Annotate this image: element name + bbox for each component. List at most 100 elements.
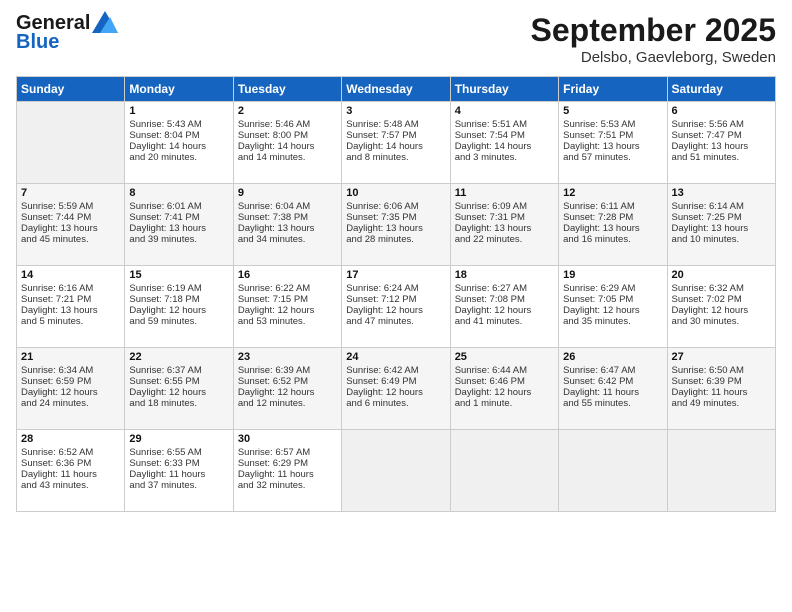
cell-text: Daylight: 11 hours xyxy=(129,469,228,480)
cell-text: Daylight: 11 hours xyxy=(21,469,120,480)
calendar-cell: 5 Sunrise: 5:53 AMSunset: 7:51 PMDaylight… xyxy=(559,102,667,184)
cell-text: and 24 minutes. xyxy=(21,398,120,409)
cell-text: Sunrise: 6:50 AM xyxy=(672,365,771,376)
cell-text: Sunset: 6:29 PM xyxy=(238,458,337,469)
cell-text: Sunrise: 6:24 AM xyxy=(346,283,445,294)
cell-text: Sunrise: 5:51 AM xyxy=(455,119,554,130)
cell-text: and 22 minutes. xyxy=(455,234,554,245)
cell-text: Daylight: 12 hours xyxy=(21,387,120,398)
cell-text: Sunrise: 6:44 AM xyxy=(455,365,554,376)
calendar-cell: 25Sunrise: 6:44 AMSunset: 6:46 PMDayligh… xyxy=(450,348,558,430)
cell-text: Sunrise: 6:04 AM xyxy=(238,201,337,212)
cell-text: Sunrise: 6:19 AM xyxy=(129,283,228,294)
cell-text: Sunset: 7:31 PM xyxy=(455,212,554,223)
cell-text: Daylight: 14 hours xyxy=(238,141,337,152)
cell-text: Daylight: 11 hours xyxy=(238,469,337,480)
cell-text: Sunrise: 6:22 AM xyxy=(238,283,337,294)
logo: General Blue xyxy=(16,12,118,54)
cell-text: Sunset: 7:28 PM xyxy=(563,212,662,223)
cell-text: Daylight: 13 hours xyxy=(672,141,771,152)
day-number: 29 xyxy=(129,433,228,445)
calendar-cell: 24Sunrise: 6:42 AMSunset: 6:49 PMDayligh… xyxy=(342,348,450,430)
cell-text: Sunset: 8:00 PM xyxy=(238,130,337,141)
cell-text: Sunset: 7:21 PM xyxy=(21,294,120,305)
cell-text: Sunset: 7:35 PM xyxy=(346,212,445,223)
cell-text: Sunset: 7:44 PM xyxy=(21,212,120,223)
cell-text: and 51 minutes. xyxy=(672,152,771,163)
cell-text: and 10 minutes. xyxy=(672,234,771,245)
cell-text: Sunset: 6:59 PM xyxy=(21,376,120,387)
page: General Blue September 2025 Delsbo, Gaev… xyxy=(0,0,792,612)
col-header-thursday: Thursday xyxy=(450,77,558,102)
day-number: 5 xyxy=(563,105,662,117)
day-number: 3 xyxy=(346,105,445,117)
cell-text: Sunrise: 6:29 AM xyxy=(563,283,662,294)
cell-text: and 34 minutes. xyxy=(238,234,337,245)
cell-text: Daylight: 12 hours xyxy=(455,305,554,316)
cell-text: Sunrise: 5:59 AM xyxy=(21,201,120,212)
cell-text: Sunrise: 6:42 AM xyxy=(346,365,445,376)
header: General Blue September 2025 Delsbo, Gaev… xyxy=(16,12,776,66)
day-number: 30 xyxy=(238,433,337,445)
cell-text: Daylight: 13 hours xyxy=(563,223,662,234)
header-row: SundayMondayTuesdayWednesdayThursdayFrid… xyxy=(17,77,776,102)
cell-text: and 39 minutes. xyxy=(129,234,228,245)
calendar-cell: 17Sunrise: 6:24 AMSunset: 7:12 PMDayligh… xyxy=(342,266,450,348)
cell-text: Sunrise: 6:06 AM xyxy=(346,201,445,212)
calendar-cell: 3Sunrise: 5:48 AMSunset: 7:57 PMDaylight… xyxy=(342,102,450,184)
cell-text: Sunrise: 5:48 AM xyxy=(346,119,445,130)
cell-text: and 41 minutes. xyxy=(455,316,554,327)
cell-text: Sunrise: 6:16 AM xyxy=(21,283,120,294)
cell-text: Daylight: 13 hours xyxy=(563,141,662,152)
calendar-cell: 14Sunrise: 6:16 AMSunset: 7:21 PMDayligh… xyxy=(17,266,125,348)
cell-text: and 14 minutes. xyxy=(238,152,337,163)
day-number: 16 xyxy=(238,269,337,281)
cell-text: Daylight: 12 hours xyxy=(672,305,771,316)
calendar-cell: 30Sunrise: 6:57 AMSunset: 6:29 PMDayligh… xyxy=(233,430,341,512)
col-header-sunday: Sunday xyxy=(17,77,125,102)
col-header-tuesday: Tuesday xyxy=(233,77,341,102)
cell-text: and 16 minutes. xyxy=(563,234,662,245)
cell-text: Sunset: 6:42 PM xyxy=(563,376,662,387)
day-number: 11 xyxy=(455,187,554,199)
cell-text: Sunrise: 6:32 AM xyxy=(672,283,771,294)
day-number: 13 xyxy=(672,187,771,199)
cell-text: Sunset: 7:25 PM xyxy=(672,212,771,223)
cell-text: Sunrise: 6:55 AM xyxy=(129,447,228,458)
calendar-cell: 28Sunrise: 6:52 AMSunset: 6:36 PMDayligh… xyxy=(17,430,125,512)
cell-text: and 5 minutes. xyxy=(21,316,120,327)
day-number: 15 xyxy=(129,269,228,281)
cell-text: Daylight: 12 hours xyxy=(129,387,228,398)
day-number: 6 xyxy=(672,105,771,117)
week-row-1: 7 Sunrise: 5:59 AMSunset: 7:44 PM Daylight… xyxy=(17,184,776,266)
day-number: 7 xyxy=(21,187,120,199)
cell-text: Daylight: 12 hours xyxy=(563,305,662,316)
cell-text: Sunset: 6:39 PM xyxy=(672,376,771,387)
week-row-0: 1Sunrise: 5:43 AMSunset: 8:04 PMDaylight… xyxy=(17,102,776,184)
cell-text: Sunset: 6:46 PM xyxy=(455,376,554,387)
calendar-cell xyxy=(667,430,775,512)
cell-text: Sunset: 7:57 PM xyxy=(346,130,445,141)
cell-text: Daylight: 11 hours xyxy=(563,387,662,398)
cell-text: Sunset: 7:51 PM xyxy=(563,130,662,141)
cell-text: Sunrise: 6:11 AM xyxy=(563,201,662,212)
calendar-cell xyxy=(17,102,125,184)
cell-text: and 35 minutes. xyxy=(563,316,662,327)
cell-text: Sunset: 7:02 PM xyxy=(672,294,771,305)
cell-text: Sunset: 7:41 PM xyxy=(129,212,228,223)
cell-text: Sunrise: 6:01 AM xyxy=(129,201,228,212)
calendar-cell xyxy=(450,430,558,512)
day-number: 9 xyxy=(238,187,337,199)
cell-text: Sunrise: 6:14 AM xyxy=(672,201,771,212)
location: Delsbo, Gaevleborg, Sweden xyxy=(531,49,776,66)
cell-text: and 28 minutes. xyxy=(346,234,445,245)
cell-text: Sunrise: 5:53 AM xyxy=(563,119,662,130)
calendar-cell: 11Sunrise: 6:09 AMSunset: 7:31 PMDayligh… xyxy=(450,184,558,266)
calendar-cell xyxy=(342,430,450,512)
day-number: 27 xyxy=(672,351,771,363)
calendar-cell: 6Sunrise: 5:56 AMSunset: 7:47 PMDaylight… xyxy=(667,102,775,184)
calendar-cell: 23Sunrise: 6:39 AMSunset: 6:52 PMDayligh… xyxy=(233,348,341,430)
month-title: September 2025 xyxy=(531,12,776,49)
day-number: 20 xyxy=(672,269,771,281)
calendar-cell xyxy=(559,430,667,512)
